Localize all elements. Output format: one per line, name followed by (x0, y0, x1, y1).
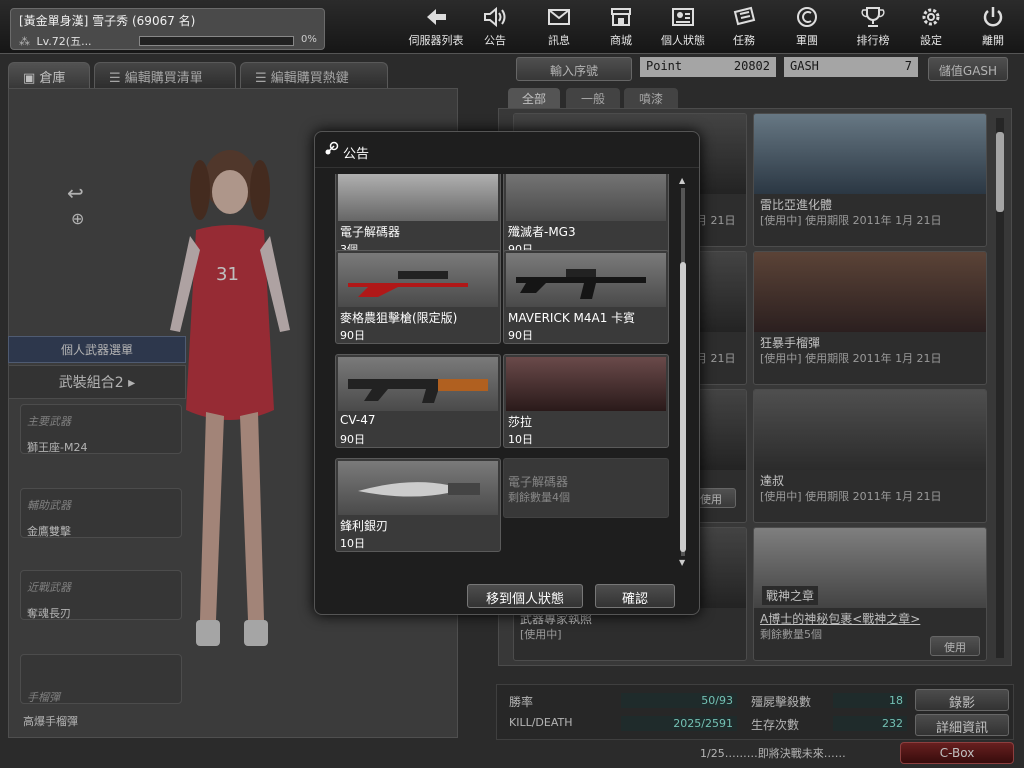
rank-icon: ⁂ (19, 35, 30, 48)
reward-image (506, 357, 666, 411)
scroll-thumb[interactable] (680, 262, 686, 552)
nav-label: 離開 (982, 34, 1004, 47)
announcement-dialog: 公告 電子解碼器 3個 殲滅者-MG3 90日 麥格農狙擊槍(限定版) 90日 … (314, 131, 700, 615)
steam-icon (325, 141, 339, 155)
exp-bar (139, 36, 294, 46)
dialog-title-bar: 公告 (315, 132, 699, 168)
reward-image (506, 253, 666, 307)
shop-icon (608, 4, 634, 30)
reward-duration: 90日 (508, 329, 533, 342)
confirm-button[interactable]: 確認 (595, 584, 675, 608)
reward-image (338, 461, 498, 515)
clan-shield-icon (794, 4, 820, 30)
move-to-profile-button[interactable]: 移到個人狀態 (467, 584, 583, 608)
exp-percent: 0% (301, 34, 317, 45)
ak-rifle-image (348, 379, 488, 403)
nav-announcement-button[interactable]: 公告 (470, 4, 520, 52)
back-arrow-icon (423, 4, 449, 30)
rifle-image (516, 269, 646, 299)
reward-item[interactable]: 鋒利銀刃 10日 (335, 458, 501, 552)
trophy-icon (860, 4, 886, 30)
player-level-text: Lv.72(五... (36, 35, 92, 48)
reward-name: 殲滅者-MG3 (508, 225, 576, 239)
nav-settings-button[interactable]: 設定 (906, 4, 956, 52)
player-info-box: [黃金單身漢] 雪子秀 (69067 名) ⁂ Lv.72(五... 0% (10, 8, 325, 50)
speaker-icon (482, 4, 508, 30)
player-name: [黃金單身漢] 雪子秀 (69067 名) (19, 14, 196, 28)
nav-message-button[interactable]: 訊息 (532, 4, 586, 52)
reward-item[interactable]: MAVERICK M4A1 卡賓 90日 (503, 250, 669, 344)
reward-item[interactable]: 殲滅者-MG3 90日 (503, 174, 669, 258)
reward-name: 莎拉 (508, 415, 533, 429)
nav-exit-button[interactable]: 離開 (968, 4, 1018, 52)
reward-name: 麥格農狙擊槍(限定版) (340, 311, 458, 325)
reward-name: 電子解碼器 (340, 225, 401, 239)
reward-item[interactable]: CV-47 90日 (335, 354, 501, 448)
reward-duration: 90日 (340, 329, 365, 342)
mail-icon (546, 4, 572, 30)
reward-image (338, 253, 498, 307)
reward-duration: 10日 (340, 537, 365, 550)
nav-shop-button[interactable]: 商城 (594, 4, 648, 52)
nav-label: 訊息 (548, 34, 570, 47)
nav-profile-button[interactable]: 個人狀態 (652, 4, 714, 52)
reward-name: 鋒利銀刃 (340, 519, 389, 533)
mission-icon (731, 4, 757, 30)
reward-duration: 90日 (340, 433, 365, 446)
reward-name: MAVERICK M4A1 卡賓 (508, 311, 636, 325)
reward-image (338, 357, 498, 411)
dialog-scrollbar[interactable]: ▲ ▼ (679, 174, 687, 570)
reward-image (506, 174, 666, 221)
nav-label: 設定 (920, 34, 942, 47)
dialog-title: 公告 (343, 147, 370, 162)
reward-item[interactable]: 莎拉 10日 (503, 354, 669, 448)
reward-image (338, 174, 498, 221)
reward-quantity: 剩餘數量4個 (508, 491, 570, 504)
nav-ranking-button[interactable]: 排行榜 (842, 4, 904, 52)
reward-list: 電子解碼器 3個 殲滅者-MG3 90日 麥格農狙擊槍(限定版) 90日 MAV… (333, 174, 673, 560)
profile-card-icon (670, 4, 696, 30)
top-bar: [黃金單身漢] 雪子秀 (69067 名) ⁂ Lv.72(五... 0% 伺服… (0, 0, 1024, 54)
nav-label: 商城 (610, 34, 632, 47)
nav-label: 個人狀態 (661, 34, 705, 47)
nav-label: 公告 (484, 34, 506, 47)
player-level: ⁂ Lv.72(五... (19, 33, 92, 49)
reward-item-dimmed: 電子解碼器 剩餘數量4個 (503, 458, 669, 518)
nav-label: 伺服器列表 (408, 34, 464, 47)
scroll-down-icon[interactable]: ▼ (679, 558, 687, 567)
reward-name: 電子解碼器 (508, 475, 569, 489)
knife-image (358, 482, 480, 497)
nav-label: 軍團 (796, 34, 818, 47)
nav-server-list-button[interactable]: 伺服器列表 (404, 4, 468, 52)
power-icon (980, 4, 1006, 30)
reward-item[interactable]: 電子解碼器 3個 (335, 174, 501, 258)
nav-mission-button[interactable]: 任務 (718, 4, 770, 52)
nav-label: 排行榜 (856, 34, 890, 47)
sniper-rifle-image (348, 271, 468, 297)
nav-label: 任務 (733, 34, 755, 47)
nav-clan-button[interactable]: 軍團 (780, 4, 834, 52)
reward-duration: 10日 (508, 433, 533, 446)
reward-item[interactable]: 麥格農狙擊槍(限定版) 90日 (335, 250, 501, 344)
reward-name: CV-47 (340, 413, 376, 427)
gear-icon (918, 4, 944, 30)
scroll-up-icon[interactable]: ▲ (679, 176, 687, 185)
